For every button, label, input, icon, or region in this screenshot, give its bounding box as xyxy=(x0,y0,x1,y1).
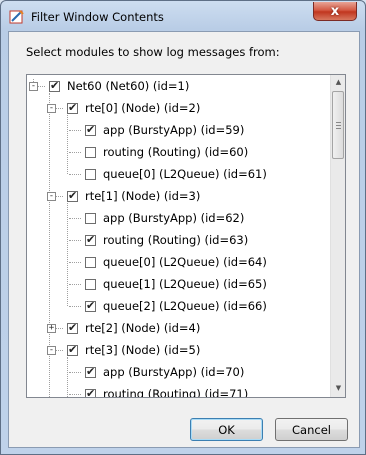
thumb-grip xyxy=(336,122,341,123)
tree-item-label: queue[0] (L2Queue) (id=64) xyxy=(103,255,267,269)
tree-connector-line xyxy=(67,203,68,306)
module-tree[interactable]: - Net60 (Net60) (id=1) - rte[0] (Node) (id=… xyxy=(26,74,346,398)
tree-item[interactable]: app (BurstyApp) (id=59) xyxy=(85,119,244,141)
ok-button[interactable]: OK xyxy=(190,418,263,441)
tree-connector-line xyxy=(69,240,81,241)
tree-item[interactable]: app (BurstyApp) (id=70) xyxy=(85,361,244,383)
vertical-scrollbar[interactable]: ▲ ▼ xyxy=(330,75,345,397)
tree-connector-line xyxy=(69,152,81,153)
tree-item-label: rte[0] (Node) (id=2) xyxy=(85,101,201,115)
module-checkbox[interactable] xyxy=(85,233,96,246)
tree-item[interactable]: Net60 (Net60) (id=1) xyxy=(49,75,189,97)
tree-item[interactable]: rte[1] (Node) (id=3) xyxy=(67,185,200,207)
tree-item-label: app (BurstyApp) (id=59) xyxy=(103,123,245,137)
tree-item-label: queue[0] (L2Queue) (id=61) xyxy=(103,167,267,181)
module-checkbox[interactable] xyxy=(67,101,78,114)
scroll-down-arrow-icon[interactable]: ▼ xyxy=(331,381,345,396)
tree-item-label: Net60 (Net60) (id=1) xyxy=(67,79,190,93)
instruction-label: Select modules to show log messages from… xyxy=(26,45,280,59)
module-checkbox[interactable] xyxy=(85,212,96,224)
window-title: Filter Window Contents xyxy=(31,10,164,24)
thumb-grip xyxy=(336,128,341,129)
tree-item[interactable]: app (BurstyApp) (id=62) xyxy=(85,207,244,229)
close-button[interactable]: x xyxy=(313,2,357,21)
expand-icon[interactable]: + xyxy=(47,324,56,333)
tree-connector-line xyxy=(69,130,81,131)
thumb-grip xyxy=(336,125,341,126)
tree-item-label: routing (Routing) (id=71) xyxy=(103,387,249,398)
tree-item-label: rte[3] (Node) (id=5) xyxy=(85,343,201,357)
tree-item[interactable]: queue[0] (L2Queue) (id=61) xyxy=(85,163,267,185)
scrollbar-thumb[interactable] xyxy=(332,91,344,159)
filter-window-app-icon xyxy=(9,10,24,24)
tree-item-label: routing (Routing) (id=60) xyxy=(103,145,249,159)
module-checkbox[interactable] xyxy=(67,189,78,202)
module-checkbox[interactable] xyxy=(85,365,96,378)
module-checkbox[interactable] xyxy=(67,343,78,356)
tree-item[interactable]: routing (Routing) (id=71) xyxy=(85,383,249,398)
tree-item-label: rte[1] (Node) (id=3) xyxy=(85,189,201,203)
tree-connector-line xyxy=(69,394,81,395)
tree-connector-line xyxy=(69,262,81,263)
dialog-client-area: Select modules to show log messages from… xyxy=(8,31,360,448)
module-checkbox[interactable] xyxy=(49,79,60,92)
title-bar[interactable]: Filter Window Contents x xyxy=(1,1,365,31)
tree-item[interactable]: routing (Routing) (id=63) xyxy=(85,229,248,251)
tree-item-label: app (BurstyApp) (id=70) xyxy=(103,365,245,379)
tree-item[interactable]: queue[2] (L2Queue) (id=66) xyxy=(85,295,267,317)
tree-connector-line xyxy=(69,372,81,373)
tree-item-label: queue[1] (L2Queue) (id=65) xyxy=(103,277,267,291)
filter-dialog-window: Filter Window Contents x Select modules … xyxy=(0,0,366,455)
tree-item-label: app (BurstyApp) (id=62) xyxy=(103,211,245,225)
tree-item[interactable]: queue[1] (L2Queue) (id=65) xyxy=(85,273,267,295)
module-checkbox[interactable] xyxy=(85,146,96,158)
collapse-icon[interactable]: - xyxy=(47,192,56,201)
module-checkbox[interactable] xyxy=(85,299,96,312)
cancel-button[interactable]: Cancel xyxy=(275,418,348,441)
tree-item[interactable]: routing (Routing) (id=60) xyxy=(85,141,248,163)
tree-connector-line xyxy=(69,306,81,307)
tree-connector-line xyxy=(69,174,81,175)
collapse-icon[interactable]: - xyxy=(29,82,38,91)
collapse-icon[interactable]: - xyxy=(47,346,56,355)
tree-connector-line xyxy=(69,284,81,285)
tree-connector-line xyxy=(67,115,68,174)
scroll-up-arrow-icon[interactable]: ▲ xyxy=(331,75,345,90)
tree-item[interactable]: queue[0] (L2Queue) (id=64) xyxy=(85,251,267,273)
collapse-icon[interactable]: - xyxy=(47,104,56,113)
tree-item[interactable]: rte[3] (Node) (id=5) xyxy=(67,339,200,361)
tree-item-label: queue[2] (L2Queue) (id=66) xyxy=(103,299,267,313)
module-checkbox[interactable] xyxy=(85,256,96,268)
tree-item-label: routing (Routing) (id=63) xyxy=(103,233,249,247)
module-checkbox[interactable] xyxy=(67,321,78,334)
tree-item[interactable]: rte[0] (Node) (id=2) xyxy=(67,97,200,119)
module-checkbox[interactable] xyxy=(85,168,96,180)
close-icon: x xyxy=(330,3,340,19)
module-checkbox[interactable] xyxy=(85,278,96,290)
tree-connector-line xyxy=(69,218,81,219)
module-checkbox[interactable] xyxy=(85,123,96,136)
module-checkbox[interactable] xyxy=(85,387,96,397)
tree-item-label: rte[2] (Node) (id=4) xyxy=(85,321,201,335)
tree-item[interactable]: rte[2] (Node) (id=4) xyxy=(67,317,200,339)
tree-connector-line xyxy=(67,357,68,397)
